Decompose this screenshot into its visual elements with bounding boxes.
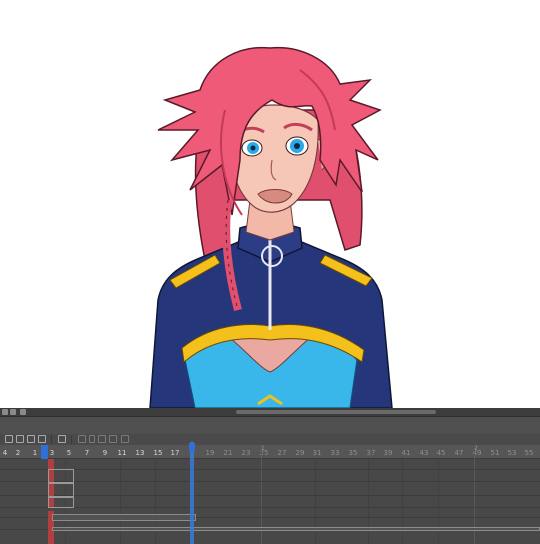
frame-label: 17 [170, 449, 180, 457]
track-divider [0, 481, 540, 482]
frame-label: 21 [223, 449, 233, 457]
frame-label: 4 [2, 449, 8, 457]
animation-range[interactable] [52, 527, 540, 531]
grid-line [402, 459, 403, 544]
animation-range[interactable] [52, 514, 196, 521]
grid-line [438, 459, 439, 544]
frame-label: 43 [419, 449, 429, 457]
frame-label: 2 [15, 449, 21, 457]
new-folder-icon[interactable] [16, 435, 24, 443]
settings-icon[interactable] [20, 409, 26, 415]
chevron-down-icon[interactable] [89, 435, 95, 443]
drawing-icon[interactable] [98, 435, 106, 443]
frame-label: 29 [295, 449, 305, 457]
cel-icon[interactable] [109, 435, 117, 443]
current-frame-line[interactable] [190, 442, 194, 544]
cel-clip[interactable] [48, 497, 74, 508]
pencil-icon[interactable] [121, 435, 129, 443]
grid-line [155, 459, 156, 544]
frame-label: 5 [66, 449, 72, 457]
current-frame-marker[interactable] [189, 443, 195, 451]
frame-label: 15 [153, 449, 163, 457]
character-illustration [149, 46, 393, 408]
toolbar-divider [51, 435, 52, 444]
frame-label: 9 [102, 449, 108, 457]
frame-label: 41 [401, 449, 411, 457]
new-layer-icon[interactable] [5, 435, 13, 443]
drawing-canvas[interactable] [0, 0, 540, 408]
timeline-toolbar [0, 434, 540, 445]
frame-label: 39 [383, 449, 393, 457]
cel-clip[interactable] [48, 469, 74, 483]
track-divider [0, 507, 540, 508]
grid-line [315, 459, 316, 544]
frame-label: 7 [84, 449, 90, 457]
frame-label: 51 [490, 449, 500, 457]
grid-line [368, 459, 369, 544]
eye-icon[interactable] [2, 409, 8, 415]
toolbar-divider [71, 435, 72, 444]
frame-label: 37 [366, 449, 376, 457]
duplicate-icon[interactable] [27, 435, 35, 443]
frame-label: 13 [135, 449, 145, 457]
lock-icon[interactable] [10, 409, 16, 415]
frame-label: 1 [32, 449, 38, 457]
cel-clip[interactable] [48, 483, 74, 497]
track-divider [0, 469, 540, 470]
canvas-scrollbar[interactable] [0, 408, 540, 417]
frame-label: 19 [205, 449, 215, 457]
frame-label: 31 [312, 449, 322, 457]
frame-label: 35 [348, 449, 358, 457]
layer-settings-icon[interactable] [38, 435, 46, 443]
timeline-header [0, 417, 540, 434]
frame-label: 33 [330, 449, 340, 457]
frame-label: 45 [436, 449, 446, 457]
frame-label: 27 [277, 449, 287, 457]
playhead[interactable] [41, 445, 48, 459]
film-icon[interactable] [58, 435, 66, 443]
frame-label: 53 [507, 449, 517, 457]
track-divider [0, 495, 540, 496]
frame-label: 11 [117, 449, 127, 457]
frame-ruler[interactable]: 4 2 1 3 5 7 9 11 13 15 17 19 21 23 25 27… [0, 445, 540, 459]
onion-skin-icon[interactable] [78, 435, 86, 443]
scrollbar-thumb[interactable] [236, 410, 436, 414]
grid-line [120, 459, 121, 544]
frame-label: 23 [241, 449, 251, 457]
timeline-panel: 4 2 1 3 5 7 9 11 13 15 17 19 21 23 25 27… [0, 408, 540, 544]
track-area[interactable] [0, 445, 540, 544]
frame-label: 47 [454, 449, 464, 457]
frame-label: 3 [49, 449, 55, 457]
frame-label: 55 [524, 449, 534, 457]
